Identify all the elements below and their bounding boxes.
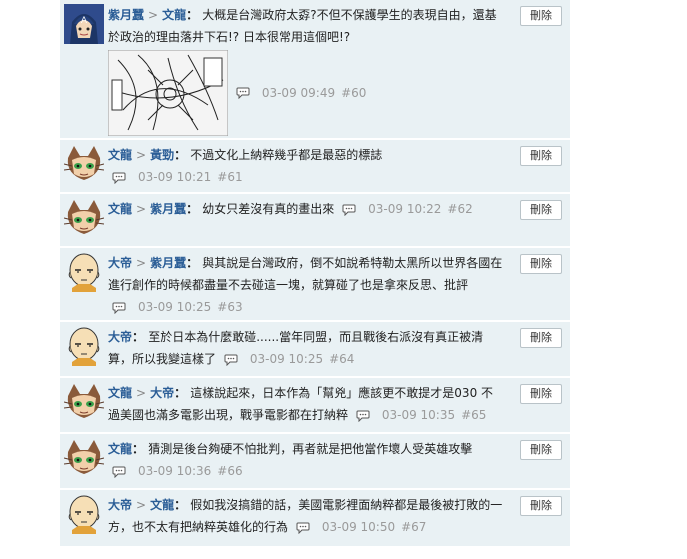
comment-meta: 03-09 10:36 #66 <box>108 464 243 478</box>
comment-floor[interactable]: #66 <box>217 464 242 478</box>
reply-target[interactable]: 文龍 <box>162 8 186 22</box>
reply-bubble-icon[interactable] <box>356 410 370 422</box>
comment-floor[interactable]: #61 <box>217 170 242 184</box>
comment-author[interactable]: 大帝 <box>108 256 132 270</box>
reply-bubble-icon[interactable] <box>342 204 356 216</box>
comment-item: 文龍 > 大帝： 這樣說起來，日本作為「幫兇」應該更不敢提才是030 不過美國也滿多… <box>60 378 570 434</box>
comment-author[interactable]: 文龍 <box>108 202 132 216</box>
comment-floor[interactable]: #62 <box>447 202 472 216</box>
bald-avatar[interactable] <box>64 494 104 534</box>
comment-author[interactable]: 紫月蠶 <box>108 8 144 22</box>
comment-author[interactable]: 大帝 <box>108 330 132 344</box>
comment-text: 不過文化上納粹幾乎都是最惡的標誌 <box>190 148 383 162</box>
delete-button[interactable]: 刪除 <box>520 6 562 26</box>
reply-bubble-icon[interactable] <box>224 354 238 366</box>
delete-button[interactable]: 刪除 <box>520 328 562 348</box>
comment-time: 03-09 10:25 <box>249 352 324 366</box>
reply-bubble-icon[interactable] <box>112 302 126 314</box>
comment-author[interactable]: 文龍 <box>108 442 132 456</box>
bald-avatar[interactable] <box>64 252 104 292</box>
comment-meta: 03-09 10:22 #62 <box>338 202 473 216</box>
reply-target[interactable]: 大帝 <box>150 386 174 400</box>
comment-time: 03-09 10:25 <box>138 300 212 314</box>
reply-bubble-icon[interactable] <box>112 172 126 184</box>
delete-button[interactable]: 刪除 <box>520 200 562 220</box>
comment-floor[interactable]: #64 <box>329 352 354 366</box>
arrow-icon: > <box>136 256 147 270</box>
reply-bubble-icon[interactable] <box>236 87 250 99</box>
delete-button[interactable]: 刪除 <box>520 254 562 274</box>
cat-avatar[interactable] <box>64 438 104 478</box>
comment-list: A 紫月蠶 > 文龍： 大概是台灣政府太孬?不但不保護學生的表現自由，還基於政治的理… <box>60 0 570 548</box>
bald-avatar[interactable] <box>64 326 104 366</box>
comment-meta: 03-09 10:25 #63 <box>108 300 243 314</box>
cat-avatar[interactable] <box>64 198 104 238</box>
comment-item: 大帝 > 紫月蠶： 與其說是台灣政府，倒不如說希特勒太黑所以世界各國在進行創作的時候… <box>60 248 570 322</box>
comment-author[interactable]: 大帝 <box>108 498 132 512</box>
reply-target[interactable]: 黃勁 <box>150 148 174 162</box>
comment-meta: 03-09 10:50 #67 <box>292 520 426 534</box>
comment-item: 文龍 > 紫月蠶： 幼女只差沒有真的畫出來 03-09 10:22 #62 刪除 <box>60 194 570 248</box>
comment-floor[interactable]: #67 <box>401 520 426 534</box>
delete-button[interactable]: 刪除 <box>520 440 562 460</box>
reply-bubble-icon[interactable] <box>296 522 310 534</box>
delete-button[interactable]: 刪除 <box>520 496 562 516</box>
comment-time: 03-09 10:35 <box>381 408 456 422</box>
delete-button[interactable]: 刪除 <box>520 384 562 404</box>
arrow-icon: > <box>136 148 147 162</box>
reply-target[interactable]: 文龍 <box>150 498 174 512</box>
comment-item: A 紫月蠶 > 文龍： 大概是台灣政府太孬?不但不保護學生的表現自由，還基於政治的理… <box>60 0 570 140</box>
reply-target[interactable]: 紫月蠶 <box>150 256 186 270</box>
cat-avatar[interactable] <box>64 382 104 422</box>
comment-text: 幼女只差沒有真的畫出來 <box>202 202 335 216</box>
cat-avatar[interactable] <box>64 144 104 184</box>
comment-meta: 03-09 10:35 #65 <box>352 408 486 422</box>
comment-meta: 03-09 09:49 #60 <box>232 85 366 100</box>
arrow-icon: > <box>148 8 159 22</box>
comment-time: 03-09 10:36 <box>138 464 212 478</box>
comment-meta: 03-09 10:25 #64 <box>220 352 354 366</box>
manga-image[interactable] <box>108 50 228 136</box>
comment-item: 大帝 > 文龍： 假如我沒搞錯的話，美國電影裡面納粹都是最後被打敗的一方，也不太有把… <box>60 490 570 548</box>
arrow-icon: > <box>136 386 147 400</box>
delete-button[interactable]: 刪除 <box>520 146 562 166</box>
comment-time: 03-09 10:21 <box>138 170 212 184</box>
reply-target[interactable]: 紫月蠶 <box>150 202 186 216</box>
arrow-icon: > <box>136 498 147 512</box>
comment-floor[interactable]: #65 <box>461 408 486 422</box>
comment-item: 大帝： 至於日本為什麼敢碰......當年同盟，而且戰後右派沒有真正被清算，所以… <box>60 322 570 378</box>
comment-time: 03-09 10:50 <box>321 520 396 534</box>
hero-avatar[interactable]: A <box>64 4 104 44</box>
comment-author[interactable]: 文龍 <box>108 148 132 162</box>
comment-time: 03-09 09:49 <box>261 85 336 100</box>
comment-floor[interactable]: #63 <box>217 300 242 314</box>
comment-author[interactable]: 文龍 <box>108 386 132 400</box>
comment-time: 03-09 10:22 <box>368 202 442 216</box>
reply-bubble-icon[interactable] <box>112 466 126 478</box>
comment-item: 文龍 > 黃勁： 不過文化上納粹幾乎都是最惡的標誌 03-09 10:21 #61 刪… <box>60 140 570 194</box>
comment-meta: 03-09 10:21 #61 <box>108 170 243 184</box>
comment-text: 猜測是後台夠硬不怕批判，再者就是把他當作壞人受英雄攻擊 <box>148 442 473 456</box>
arrow-icon: > <box>136 202 147 216</box>
comment-item: 文龍： 猜測是後台夠硬不怕批判，再者就是把他當作壞人受英雄攻擊 03-09 10… <box>60 434 570 490</box>
svg-text:A: A <box>81 16 88 26</box>
comment-floor[interactable]: #60 <box>341 86 366 100</box>
